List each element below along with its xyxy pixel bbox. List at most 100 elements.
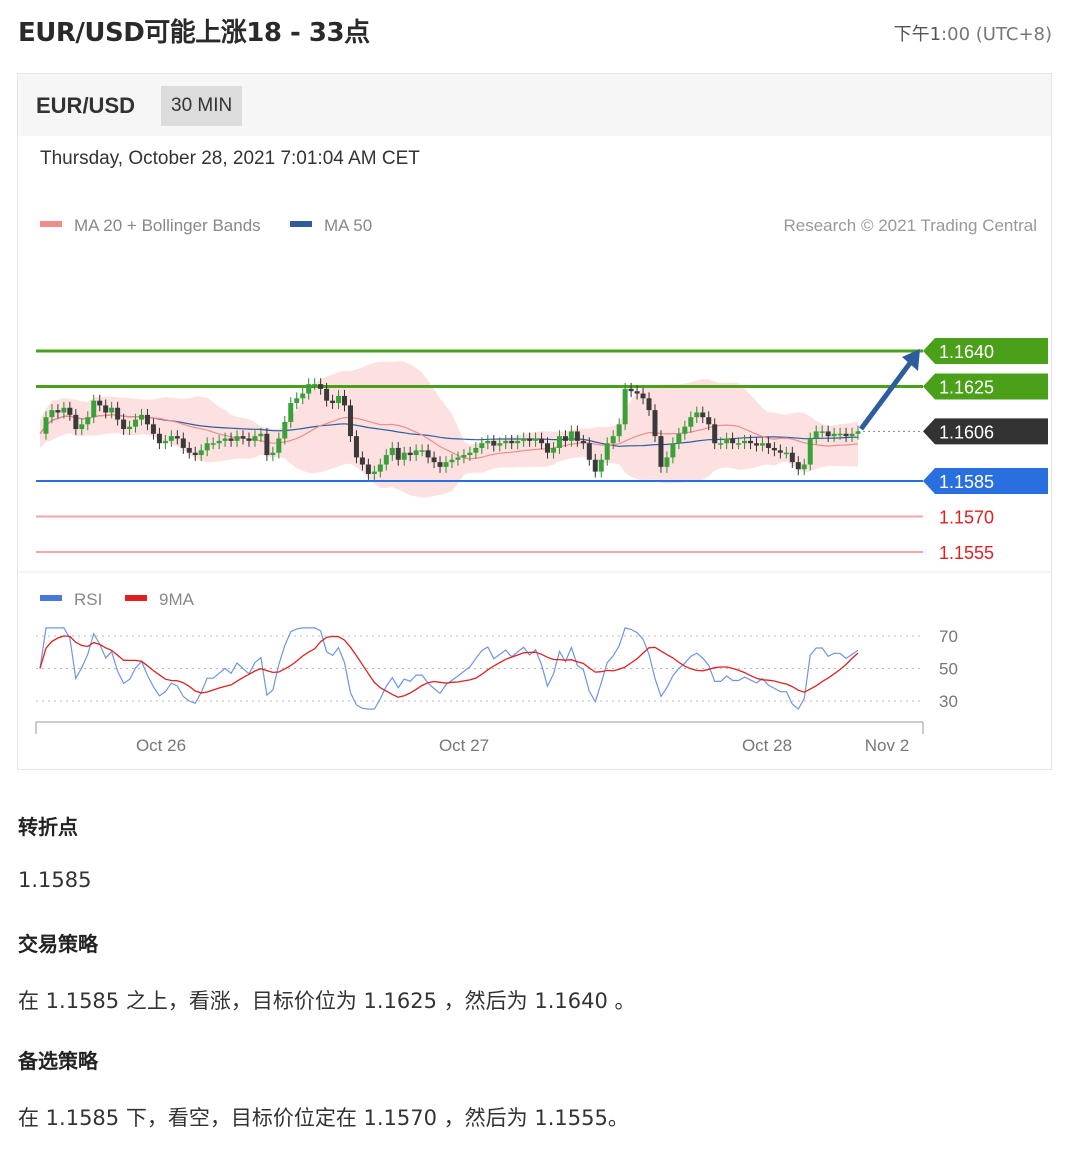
candle-body: [359, 457, 365, 465]
candle-body: [413, 450, 419, 456]
candle-body: [592, 459, 598, 472]
strategy-heading: 交易策略: [18, 932, 98, 956]
candle-body: [568, 431, 574, 441]
candle-body: [109, 407, 115, 413]
candle-body: [676, 433, 682, 444]
candle-body: [395, 447, 401, 460]
candle-body: [228, 438, 234, 441]
rsi-layer: 70 50 30: [36, 627, 958, 711]
candle-body: [771, 447, 777, 451]
pivot-heading: 转折点: [18, 815, 78, 839]
candle-body: [509, 440, 515, 444]
candle-body: [103, 405, 109, 413]
candle-body: [640, 393, 646, 399]
candle-body: [276, 438, 282, 453]
candle-body: [777, 450, 783, 453]
candle-body: [706, 417, 712, 425]
candle-body: [240, 436, 246, 439]
candle-body: [562, 436, 568, 441]
candle-body: [634, 391, 640, 394]
candle-body: [144, 414, 150, 425]
candle-body: [449, 459, 455, 463]
price-chart: MA 20 + Bollinger Bands MA 50 Research ©…: [18, 216, 1051, 755]
publish-time-suffix: :00 (UTC+8): [941, 24, 1052, 45]
candle-body: [300, 393, 306, 399]
candle-body: [73, 414, 79, 430]
candle-body: [67, 407, 73, 415]
strategy-text: 在 1.1585 之上，看涨，目标价位为 1.1625 ，然后为 1.1640 …: [18, 989, 636, 1013]
candle-body: [515, 440, 521, 444]
candle-body: [742, 440, 748, 444]
x-axis: Oct 26 Oct 27 Oct 28 Nov 2: [35, 721, 924, 755]
candle-body: [622, 388, 628, 425]
candle-body: [150, 424, 156, 434]
candle-body: [162, 440, 168, 444]
candle-body: [586, 443, 592, 460]
candle-body: [365, 464, 371, 474]
candle-body: [425, 450, 431, 458]
candle-body: [437, 462, 443, 467]
alt-strategy-text: 在 1.1585 下，看空，目标价位定在 1.1570 ，然后为 1.1555。: [18, 1106, 629, 1130]
candle-body: [216, 440, 222, 444]
candle-body: [389, 447, 395, 456]
candle-body: [783, 452, 789, 455]
target-arrow-shaft: [858, 353, 919, 431]
candle-body: [139, 414, 145, 420]
candle-body: [61, 407, 67, 413]
candle-body: [724, 438, 730, 444]
x-tick-label: Nov 2: [865, 736, 909, 755]
candle-body: [789, 452, 795, 463]
legend-swatch-9ma: [125, 595, 147, 601]
candle-body: [550, 447, 556, 453]
candle-body: [115, 407, 121, 420]
publish-time: 下午1:00 (UTC+8): [894, 20, 1052, 46]
candle-body: [312, 384, 318, 386]
candle-body: [204, 443, 210, 451]
x-tick-label: Oct 28: [742, 736, 792, 755]
legend-swatch-rsi: [40, 595, 62, 601]
candle-body: [455, 457, 461, 460]
candle-body: [234, 436, 240, 441]
level-label: 1.1585: [939, 472, 994, 492]
alt-strategy-heading: 备选策略: [18, 1049, 98, 1073]
rsi-9ma-line: [39, 635, 859, 698]
x-tick-label: Oct 27: [439, 736, 489, 755]
candle-body: [527, 438, 533, 441]
candle-body: [198, 450, 204, 456]
candle-body: [264, 433, 270, 456]
candle-body: [718, 443, 724, 445]
candle-body: [270, 452, 276, 456]
candle-body: [694, 412, 700, 418]
candle-body: [353, 436, 359, 458]
candle-body: [598, 459, 604, 472]
candle-body: [646, 398, 652, 411]
chart-card: EUR/USD 30 MIN Thursday, October 28, 202…: [17, 73, 1052, 770]
candle-body: [580, 440, 586, 444]
legend-label-ma50: MA 50: [324, 216, 372, 235]
candle-body: [521, 438, 527, 441]
rsi-level-label: 30: [939, 692, 958, 711]
candle-body: [825, 431, 831, 437]
candle-body: [658, 436, 664, 467]
candle-body: [545, 443, 551, 453]
publish-time-prefix: 下午1: [893, 24, 942, 45]
candle-body: [121, 419, 127, 430]
candle-body: [443, 462, 449, 467]
candle-body: [533, 438, 539, 441]
candle-body: [730, 438, 736, 444]
candle-body: [168, 436, 174, 441]
candle-body: [133, 419, 139, 427]
candle-body: [318, 384, 324, 389]
level-labels-layer: 1.1640 1.1625 1.1606 1.1585 1.1570 1.1555: [923, 338, 1048, 563]
legend-label-ma20: MA 20 + Bollinger Bands: [74, 216, 261, 235]
copyright-label: Research © 2021 Trading Central: [784, 216, 1038, 235]
level-label: 1.1570: [939, 508, 994, 528]
candle-body: [503, 440, 509, 444]
candle-body: [431, 457, 437, 463]
candle-body: [473, 447, 479, 453]
candle-body: [610, 436, 616, 444]
candle-body: [801, 464, 807, 470]
candle-body: [401, 452, 407, 460]
level-label: 1.1640: [939, 342, 994, 362]
candle-body: [288, 403, 294, 422]
